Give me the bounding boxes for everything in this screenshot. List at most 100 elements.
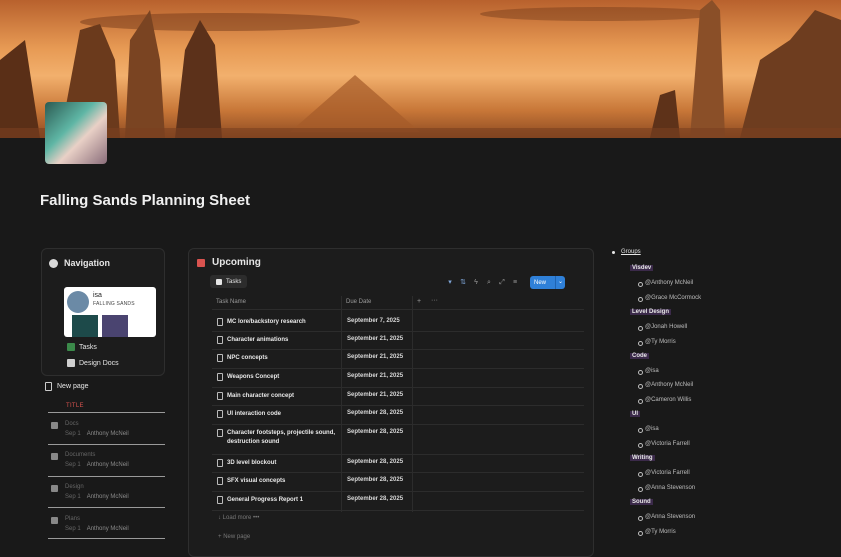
sort-icon[interactable]: ⇅ xyxy=(459,279,467,287)
list-item-title: Docs xyxy=(65,421,79,427)
lightning-icon[interactable]: ϟ xyxy=(472,279,480,287)
navigation-heading: Navigation xyxy=(49,258,110,268)
group-category-code: Code xyxy=(630,353,649,359)
chevron-down-icon[interactable]: ⌄ xyxy=(555,276,565,289)
table-row[interactable]: MC lore/backstory research September 7, … xyxy=(212,314,584,332)
group-member[interactable]: @Anna Stevenson xyxy=(637,514,695,521)
table-row[interactable]: UI interaction code September 28, 2025 xyxy=(212,406,584,425)
document-icon xyxy=(217,336,223,344)
nav-link-label: Tasks xyxy=(79,343,97,351)
task-name: 3D level blockout xyxy=(227,460,277,466)
group-member[interactable]: @Cameron Willis xyxy=(637,397,691,404)
plus-icon: + xyxy=(218,534,222,540)
profile-card[interactable]: isa FALLING SANDS xyxy=(64,287,156,337)
group-category-ui: UI xyxy=(630,411,640,417)
document-icon xyxy=(217,496,223,504)
expand-icon[interactable]: ⤢ xyxy=(498,279,506,287)
upcoming-title: Upcoming xyxy=(212,257,261,268)
group-member[interactable]: @Jonah Howell xyxy=(637,324,687,331)
groups-title[interactable]: Groups xyxy=(612,249,641,255)
group-member[interactable]: @Victoria Farrell xyxy=(638,470,690,477)
group-member[interactable]: @isa xyxy=(638,426,659,433)
arrow-down-icon: ↓ xyxy=(218,515,221,521)
task-name: NPC concepts xyxy=(227,355,268,361)
tasks-icon xyxy=(67,343,75,351)
load-more-label: Load more xyxy=(222,515,252,521)
filter-icon[interactable]: ▾ xyxy=(446,279,454,287)
task-name: Weapons Concept xyxy=(227,374,280,380)
list-item-meta: Sep 1 Anthony McNeil xyxy=(65,494,129,500)
task-due-date: September 28, 2025 xyxy=(347,410,404,416)
group-category-level-design: Level Design xyxy=(630,309,672,315)
document-icon xyxy=(217,392,223,400)
column-header-due-date[interactable]: Due Date xyxy=(346,299,371,305)
new-button[interactable]: New ⌄ xyxy=(530,276,565,289)
document-icon xyxy=(217,477,223,485)
document-icon xyxy=(217,410,223,418)
table-row[interactable]: Weapons Concept September 21, 2025 xyxy=(212,369,584,388)
task-due-date: September 7, 2025 xyxy=(347,318,400,324)
tab-tasks[interactable]: Tasks xyxy=(210,275,248,288)
group-member[interactable]: @isa xyxy=(638,368,659,375)
page-icon xyxy=(51,485,58,492)
avatar xyxy=(67,291,89,313)
divider xyxy=(48,507,165,508)
nav-link-design-docs[interactable]: Design Docs xyxy=(67,359,119,367)
document-icon xyxy=(217,373,223,381)
task-due-date: September 21, 2025 xyxy=(347,354,404,360)
list-item-title: Plans xyxy=(65,516,81,522)
navigation-card: Navigation isa FALLING SANDS Tasks Desig… xyxy=(41,248,165,376)
task-name: UI interaction code xyxy=(227,411,282,417)
table-row[interactable]: Character footsteps, projectile sound, d… xyxy=(212,425,584,455)
tab-label: Tasks xyxy=(226,278,242,285)
task-name: Character animations xyxy=(227,337,289,343)
document-icon xyxy=(217,354,223,362)
page-icon xyxy=(51,453,58,460)
nav-link-tasks[interactable]: Tasks xyxy=(67,343,97,351)
divider xyxy=(48,538,165,539)
page-icon xyxy=(51,422,58,429)
task-name: SFX visual concepts xyxy=(227,478,286,484)
task-name: Main character concept xyxy=(227,393,295,399)
group-category-sound: Sound xyxy=(630,499,653,505)
more-icon: ••• xyxy=(253,515,260,521)
checkbox-icon xyxy=(216,278,222,285)
load-more-button[interactable]: ↓ Load more ••• xyxy=(218,515,259,521)
profile-thumbnail xyxy=(72,315,98,337)
group-member[interactable]: @Anthony McNeil xyxy=(637,280,693,287)
table-row[interactable]: NPC concepts September 21, 2025 xyxy=(212,350,584,369)
table-row[interactable]: Character animations September 21, 2025 xyxy=(212,332,584,350)
more-icon[interactable]: ··· xyxy=(431,297,438,304)
group-member[interactable]: @Ty Morris xyxy=(638,339,676,346)
group-member[interactable]: @Ty Morris xyxy=(638,529,676,536)
table-row[interactable]: SFX visual concepts September 28, 2025 xyxy=(212,473,584,492)
task-due-date: September 21, 2025 xyxy=(347,336,404,342)
settings-icon[interactable]: ≡ xyxy=(511,279,519,287)
group-category-writing: Writing xyxy=(630,455,655,461)
column-header-task-name[interactable]: Task Name xyxy=(216,299,246,305)
task-due-date: September 28, 2025 xyxy=(347,459,404,465)
profile-subtitle: FALLING SANDS xyxy=(93,301,135,307)
new-page-button[interactable]: New page xyxy=(45,382,89,391)
table-row[interactable]: 3D level blockout September 28, 2025 xyxy=(212,455,584,473)
table-row[interactable]: Main character concept September 21, 202… xyxy=(212,388,584,406)
search-icon[interactable]: ⌕ xyxy=(485,279,493,287)
document-icon xyxy=(217,429,223,437)
add-new-page-button[interactable]: + New page xyxy=(218,534,250,540)
upcoming-heading: Upcoming xyxy=(197,257,261,268)
group-member[interactable]: @Grace McCormock xyxy=(637,295,701,302)
list-column-title: TITLE xyxy=(66,403,84,409)
profile-thumbnail xyxy=(102,315,128,337)
divider xyxy=(48,412,165,413)
add-property-icon[interactable]: + xyxy=(417,298,421,305)
list-item-title: Design xyxy=(65,484,84,490)
group-member[interactable]: @Victoria Farrell xyxy=(638,441,690,448)
group-member[interactable]: @Anna Stevenson xyxy=(637,485,695,492)
page-icon-avatar[interactable] xyxy=(45,102,107,164)
list-item-meta: Sep 1 Anthony McNeil xyxy=(65,431,129,437)
table-row[interactable]: General Progress Report 1 September 28, … xyxy=(212,492,584,511)
new-page-label: New page xyxy=(57,383,89,390)
calendar-icon xyxy=(197,258,205,267)
group-member[interactable]: @Anthony McNeil xyxy=(637,382,693,389)
cover-image xyxy=(0,0,841,138)
